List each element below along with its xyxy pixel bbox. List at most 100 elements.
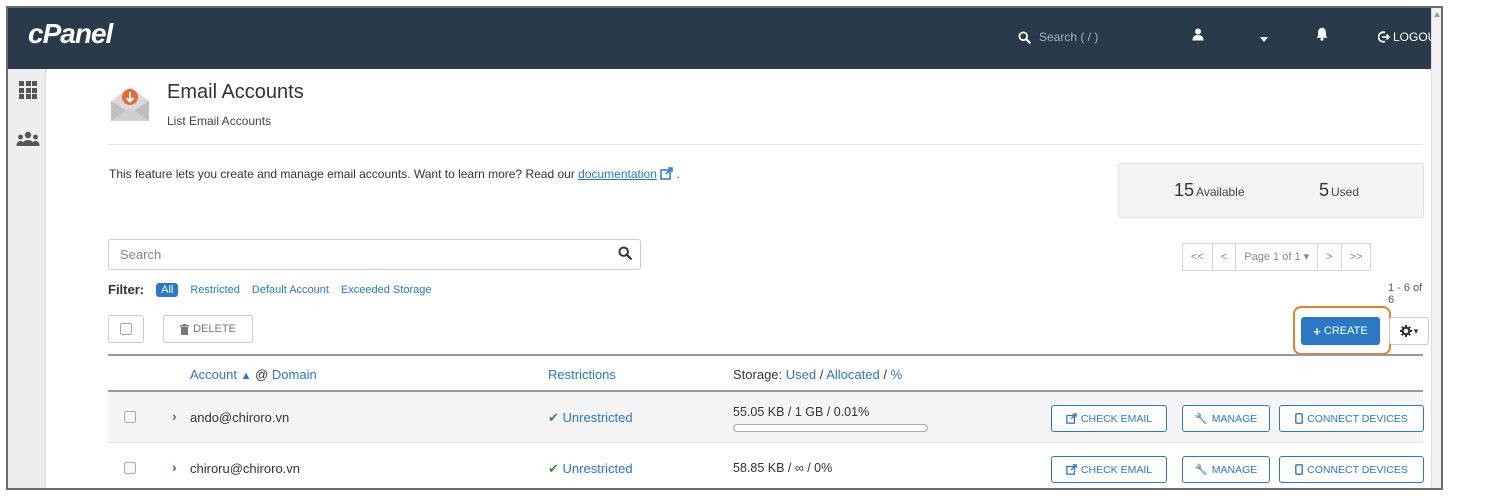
table-header: Account ▲ @ Domain Restrictions Storage:… — [108, 354, 1423, 392]
storage-separator: / — [879, 367, 891, 382]
browser-frame: cPanel Search ( / ) LOGOUT Email Account… — [6, 6, 1443, 490]
connect-devices-button[interactable]: CONNECT DEVICES — [1279, 405, 1424, 432]
connect-devices-button[interactable]: CONNECT DEVICES — [1279, 456, 1424, 483]
caret-down-icon: ▾ — [1413, 325, 1419, 336]
next-page-button[interactable]: > — [1317, 243, 1342, 271]
prev-page-button[interactable]: < — [1211, 243, 1237, 271]
account-search — [108, 239, 641, 270]
filter-restricted[interactable]: Restricted — [190, 284, 240, 296]
storage-progress-bar — [733, 424, 928, 432]
storage-column-header: Storage: Used / Allocated / % — [733, 367, 902, 382]
account-stats-panel: 15 Available 5 Used — [1118, 163, 1424, 218]
storage-separator: / — [816, 367, 827, 382]
stat-used: 5 Used — [1319, 180, 1359, 201]
delete-label: DELETE — [193, 323, 236, 335]
bell-icon[interactable] — [1316, 27, 1328, 44]
restriction-status: ✔ Unrestricted — [548, 461, 633, 477]
settings-dropdown-button[interactable]: ▾ — [1389, 317, 1429, 345]
sort-account[interactable]: Account — [190, 367, 237, 382]
page-scrollbar[interactable] — [1431, 8, 1441, 488]
filter-label: Filter: — [108, 282, 145, 297]
documentation-link[interactable]: documentation — [578, 167, 657, 181]
header-divider — [108, 144, 1423, 145]
filter-bar: Filter: All Restricted Default Account E… — [108, 282, 431, 297]
sort-storage-used[interactable]: Used — [786, 367, 816, 382]
row-checkbox[interactable] — [124, 462, 136, 474]
expand-row-icon[interactable]: › — [172, 459, 177, 475]
device-icon — [1295, 464, 1304, 475]
results-range: 1 - 6 of 6 — [1388, 282, 1423, 306]
sort-domain[interactable]: Domain — [272, 367, 317, 382]
sort-ascending-icon: ▲ — [240, 370, 252, 382]
storage-prefix: Storage: — [733, 367, 786, 382]
last-page-button[interactable]: >> — [1340, 243, 1372, 271]
create-button[interactable]: + CREATE — [1301, 317, 1380, 345]
page-title: Email Accounts — [167, 81, 304, 103]
email-envelope-icon — [108, 81, 152, 125]
delete-button[interactable]: DELETE — [163, 315, 253, 343]
available-label: Available — [1196, 185, 1245, 199]
manage-label: MANAGE — [1211, 412, 1258, 425]
manage-button[interactable]: 🔧 MANAGE — [1182, 405, 1270, 432]
plus-icon: + — [1313, 323, 1321, 339]
filter-exceeded-storage[interactable]: Exceeded Storage — [341, 284, 432, 296]
check-email-label: CHECK EMAIL — [1080, 463, 1153, 476]
logout-icon — [1378, 31, 1390, 43]
wrench-icon: 🔧 — [1194, 464, 1208, 476]
manage-button[interactable]: 🔧 MANAGE — [1182, 456, 1270, 483]
checkmark-icon: ✔ — [548, 461, 559, 476]
sort-storage-percent[interactable]: % — [891, 367, 903, 382]
gear-icon — [1399, 325, 1412, 337]
filter-all[interactable]: All — [156, 282, 179, 297]
available-count: 15 — [1174, 180, 1195, 200]
storage-usage: 55.05 KB / 1 GB / 0.01% — [733, 405, 870, 419]
apps-grid-icon[interactable] — [19, 81, 37, 99]
used-label: Used — [1331, 185, 1360, 199]
checkmark-icon: ✔ — [548, 410, 559, 425]
chevron-down-icon[interactable] — [1260, 30, 1268, 46]
external-link-icon[interactable] — [660, 167, 673, 183]
external-link-icon — [1066, 464, 1077, 475]
trash-icon — [180, 323, 190, 335]
page-select-label: Page 1 of 1 — [1244, 251, 1301, 263]
row-checkbox[interactable] — [124, 411, 136, 423]
global-search[interactable]: Search ( / ) — [1018, 30, 1098, 44]
left-sidebar — [8, 69, 46, 488]
connect-devices-label: CONNECT DEVICES — [1307, 412, 1408, 425]
first-page-button[interactable]: << — [1182, 243, 1213, 271]
table-row: › chiroru@chiroro.vn ✔ Unrestricted 58.8… — [108, 443, 1424, 488]
sort-storage-allocated[interactable]: Allocated — [826, 367, 879, 382]
search-input[interactable] — [110, 241, 600, 268]
restriction-label: Unrestricted — [562, 410, 633, 425]
caret-down-icon: ▾ — [1303, 251, 1310, 263]
check-email-button[interactable]: CHECK EMAIL — [1051, 456, 1167, 483]
cpanel-logo[interactable]: cPanel — [28, 18, 113, 50]
intro-text-after: . — [673, 167, 680, 182]
restrictions-column-header[interactable]: Restrictions — [548, 367, 616, 382]
manage-label: MANAGE — [1211, 463, 1258, 476]
account-email: ando@chiroro.vn — [190, 410, 290, 425]
scroll-up-arrow-icon[interactable] — [1434, 12, 1440, 17]
page-select[interactable]: Page 1 of 1 ▾ — [1235, 243, 1319, 271]
select-all-checkbox[interactable] — [108, 315, 144, 343]
user-icon[interactable] — [1192, 28, 1204, 44]
checkbox-box — [120, 323, 132, 335]
search-icon[interactable] — [618, 246, 632, 265]
restriction-status: ✔ Unrestricted — [548, 410, 633, 426]
external-link-icon — [1066, 413, 1077, 424]
pagination: << < Page 1 of 1 ▾ > >> — [1182, 243, 1372, 271]
users-icon[interactable] — [16, 131, 40, 152]
intro-text-before: This feature lets you create and manage … — [109, 167, 579, 182]
restriction-label: Unrestricted — [562, 461, 633, 476]
header-at-separator: @ — [251, 367, 272, 382]
top-navbar: cPanel Search ( / ) LOGOUT — [8, 8, 1441, 69]
filter-default-account[interactable]: Default Account — [252, 284, 329, 296]
page-subtitle: List Email Accounts — [167, 114, 272, 128]
check-email-button[interactable]: CHECK EMAIL — [1051, 405, 1167, 432]
connect-devices-label: CONNECT DEVICES — [1307, 463, 1408, 476]
account-column-header[interactable]: Account ▲ @ Domain — [190, 367, 317, 382]
used-count: 5 — [1319, 180, 1330, 200]
expand-row-icon[interactable]: › — [172, 408, 177, 424]
device-icon — [1295, 413, 1304, 424]
check-email-label: CHECK EMAIL — [1080, 412, 1153, 425]
